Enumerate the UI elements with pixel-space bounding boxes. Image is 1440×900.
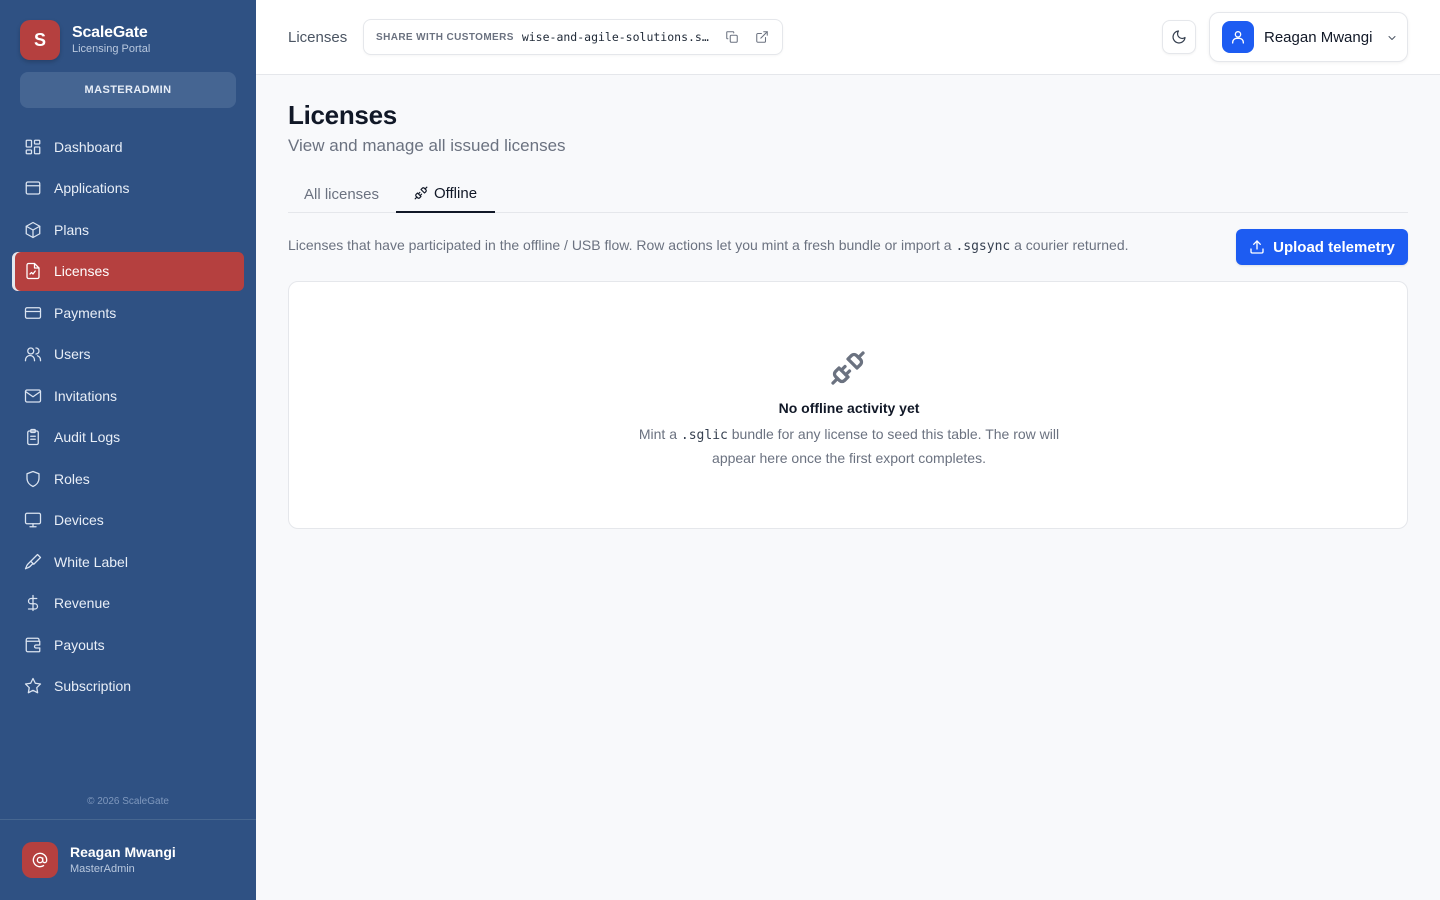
- empty-state-text: Mint a .sglic bundle for any license to …: [619, 423, 1079, 469]
- tab-offline[interactable]: Offline: [396, 175, 495, 213]
- payments-icon: [24, 306, 42, 319]
- sidebar-item-label: Roles: [54, 470, 90, 487]
- sglic-code: .sglic: [680, 428, 728, 443]
- sidebar-item-label: Applications: [54, 180, 130, 196]
- chevron-down-icon: [1386, 31, 1398, 43]
- empty-text-end: bundle for any license to seed this tabl…: [712, 426, 1060, 466]
- top-bar: Licenses SHARE WITH CUSTOMERS wise-and-a…: [256, 0, 1440, 75]
- role-badge: MASTERADMIN: [20, 72, 236, 108]
- sidebar-user[interactable]: Reagan Mwangi MasterAdmin: [22, 842, 176, 878]
- page-subtitle: View and manage all issued licenses: [288, 136, 566, 155]
- licenses-icon: [26, 262, 40, 280]
- sidebar-item-licenses[interactable]: Licenses: [12, 251, 244, 291]
- dashboard-icon: [25, 139, 41, 154]
- subscription-icon: [24, 677, 42, 694]
- user-name: Reagan Mwangi: [1264, 28, 1373, 46]
- sidebar-item-white-label[interactable]: White Label: [12, 542, 244, 581]
- sidebar-item-devices[interactable]: Devices: [12, 501, 244, 540]
- sidebar-item-label: Plans: [54, 221, 90, 238]
- description-text-end: a courier returned.: [1014, 237, 1129, 253]
- theme-toggle-button[interactable]: [1162, 20, 1196, 54]
- share-url[interactable]: wise-and-agile-solutions.sc...: [522, 30, 710, 44]
- brand-name: ScaleGate: [72, 24, 148, 41]
- copyright: © 2026 ScaleGate: [87, 796, 169, 807]
- sidebar-item-dashboard[interactable]: Dashboard: [12, 127, 244, 166]
- sidebar-user-role: MasterAdmin: [70, 863, 135, 875]
- sidebar-item-label: Invitations: [54, 387, 118, 404]
- sidebar-item-applications[interactable]: Applications: [12, 169, 244, 208]
- sidebar-item-label: Revenue: [54, 595, 111, 611]
- sidebar-item-label: Users: [54, 346, 91, 362]
- brand-logo: S: [20, 20, 60, 60]
- breadcrumb: Licenses: [288, 29, 348, 46]
- page-title: Licenses: [288, 100, 397, 130]
- unplug-icon: [414, 186, 428, 200]
- tab-bar: All licenses Offline: [288, 175, 1408, 213]
- brand-subtitle: Licensing Portal: [72, 43, 151, 55]
- unplug-icon: [830, 350, 866, 386]
- share-link-box: SHARE WITH CUSTOMERS wise-and-agile-solu…: [363, 19, 783, 55]
- sidebar-item-label: Payouts: [54, 636, 105, 653]
- external-link-icon: [756, 31, 768, 43]
- sidebar-item-users[interactable]: Users: [12, 335, 244, 374]
- tab-offline-label: Offline: [433, 184, 478, 202]
- sidebar-item-plans[interactable]: Plans: [12, 210, 244, 249]
- tab-all-licenses[interactable]: All licenses: [304, 175, 379, 213]
- copy-button[interactable]: [724, 29, 740, 45]
- sidebar-item-label: Licenses: [54, 263, 110, 279]
- sidebar-nav: Dashboard Applications Plans Licenses Pa…: [12, 127, 244, 708]
- sidebar: S ScaleGate Licensing Portal MASTERADMIN…: [0, 0, 256, 900]
- offline-description: Licenses that have participated in the o…: [288, 237, 1129, 254]
- applications-icon: [25, 181, 41, 195]
- moon-icon: [1172, 30, 1186, 44]
- empty-text-start: Mint a: [638, 426, 677, 442]
- at-sign-icon: [32, 852, 48, 868]
- sidebar-item-label: Payments: [54, 304, 117, 321]
- devices-icon: [24, 512, 42, 528]
- open-link-button[interactable]: [754, 29, 770, 45]
- sgsync-code: .sgsync: [955, 239, 1011, 254]
- copy-icon: [726, 31, 738, 43]
- sidebar-item-roles[interactable]: Roles: [12, 459, 244, 498]
- upload-icon: [1250, 240, 1264, 254]
- white-label-icon: [24, 553, 42, 569]
- user-icon: [1232, 31, 1244, 44]
- sidebar-item-label: Audit Logs: [54, 429, 121, 445]
- sidebar-item-audit-logs[interactable]: Audit Logs: [12, 418, 244, 457]
- plans-icon: [25, 221, 41, 238]
- user-menu[interactable]: Reagan Mwangi: [1209, 12, 1408, 62]
- audit-logs-icon: [27, 428, 39, 446]
- avatar: [22, 842, 58, 878]
- revenue-icon: [27, 594, 39, 612]
- empty-state-title: No offline activity yet: [778, 400, 920, 416]
- invitations-icon: [24, 388, 42, 403]
- users-icon: [24, 347, 42, 362]
- sidebar-item-subscription[interactable]: Subscription: [12, 667, 244, 706]
- sidebar-user-name: Reagan Mwangi: [70, 844, 176, 860]
- divider: [0, 819, 256, 820]
- sidebar-item-invitations[interactable]: Invitations: [12, 376, 244, 415]
- sidebar-item-label: Devices: [54, 512, 104, 528]
- brand[interactable]: S ScaleGate Licensing Portal: [20, 20, 150, 60]
- roles-icon: [26, 470, 40, 487]
- sidebar-item-label: Subscription: [54, 678, 132, 694]
- upload-telemetry-label: Upload telemetry: [1273, 238, 1395, 256]
- sidebar-item-payments[interactable]: Payments: [12, 293, 244, 332]
- share-label: SHARE WITH CUSTOMERS: [376, 31, 514, 43]
- description-text: Licenses that have participated in the o…: [288, 237, 952, 253]
- avatar: [1222, 21, 1254, 53]
- sidebar-item-label: White Label: [54, 553, 128, 570]
- upload-telemetry-button[interactable]: Upload telemetry: [1236, 229, 1408, 265]
- sidebar-item-label: Dashboard: [54, 138, 123, 155]
- sidebar-item-payouts[interactable]: Payouts: [12, 625, 244, 664]
- payouts-icon: [25, 637, 41, 652]
- empty-state-card: No offline activity yet Mint a .sglic bu…: [288, 281, 1408, 529]
- sidebar-item-revenue[interactable]: Revenue: [12, 584, 244, 623]
